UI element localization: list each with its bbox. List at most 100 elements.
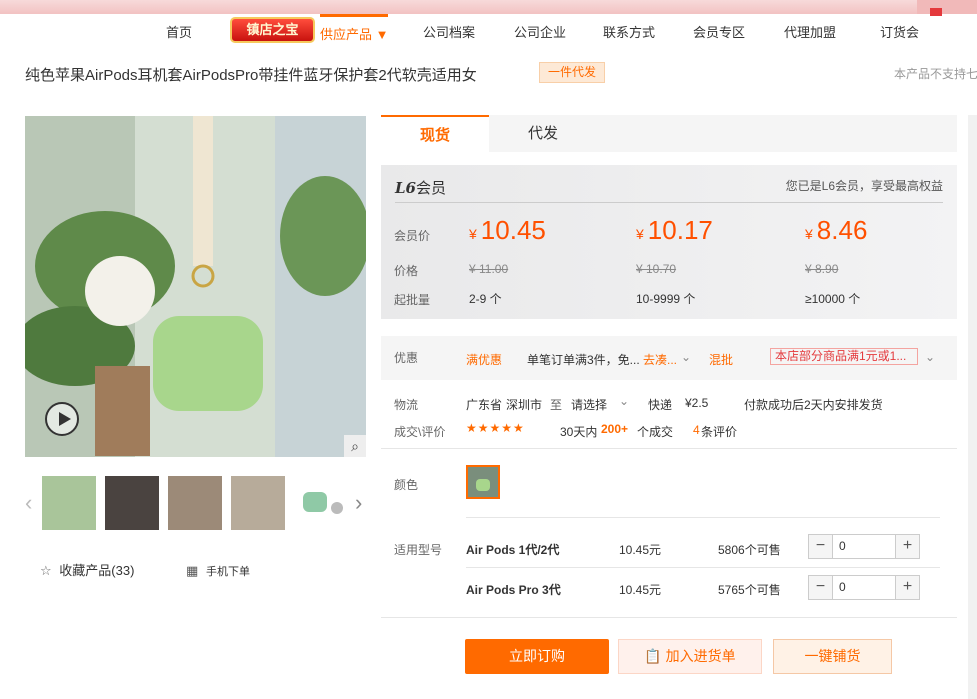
nav-company-profile[interactable]: 公司档案 — [423, 22, 475, 41]
tier-old-price: ¥ 10.70 — [636, 262, 677, 276]
chevron-down-icon[interactable]: ⌄ — [681, 350, 691, 364]
thumbnail[interactable] — [297, 476, 351, 530]
plus-icon[interactable]: + — [895, 535, 919, 558]
scrollbar[interactable] — [968, 115, 977, 699]
deals-count[interactable]: 200+ — [601, 422, 628, 436]
thumbnail[interactable] — [105, 476, 159, 530]
thumbnail[interactable] — [42, 476, 96, 530]
main-product-image[interactable]: ⌕ — [25, 116, 366, 457]
label-member-price: 会员价 — [394, 229, 431, 243]
plus-icon[interactable]: + — [895, 576, 919, 599]
nav-products[interactable]: 供应产品 ▼ — [320, 14, 389, 43]
model-price: 10.45元 — [619, 583, 662, 597]
minus-icon[interactable]: − — [809, 535, 833, 558]
tier-old-price: ¥ 11.00 — [469, 262, 509, 276]
model-price: 10.45元 — [619, 543, 662, 557]
nav-order-fair[interactable]: 订货会 — [880, 22, 919, 41]
deals-count-suffix: 个成交 — [637, 425, 674, 439]
treasure-badge[interactable]: 镇店之宝 — [230, 17, 315, 43]
member-note: 您已是L6会员，享受最高权益 — [785, 179, 943, 193]
zoom-icon[interactable]: ⌕ — [344, 435, 366, 457]
quantity-input[interactable]: 0 — [839, 576, 846, 599]
quantity-input[interactable]: 0 — [839, 535, 846, 558]
thumbnail-strip: ‹ › — [25, 472, 370, 532]
divider — [381, 448, 957, 449]
promo-tag-mixed: 混批 — [709, 353, 734, 367]
shop-nav: 首页 镇店之宝 供应产品 ▼ 公司档案 公司企业 联系方式 会员专区 代理加盟 … — [0, 14, 977, 48]
nav-agent[interactable]: 代理加盟 — [784, 22, 836, 41]
quantity-stepper: − 0 + — [808, 575, 920, 600]
play-video-icon[interactable] — [45, 402, 79, 436]
color-label: 颜色 — [394, 478, 419, 492]
tier-price: ¥10.45 — [469, 215, 546, 245]
divider — [466, 517, 940, 518]
origin-province: 广东省 — [466, 398, 503, 412]
model-stock: 5765个可售 — [718, 583, 781, 597]
thumbnail[interactable] — [168, 476, 222, 530]
return-notice: 本产品不支持七 — [894, 67, 977, 81]
promo-tag-full-discount: 满优惠 — [466, 353, 503, 367]
promo-text: 单笔订单满3件，免... — [527, 353, 640, 367]
deals-days: 30天内 — [560, 425, 598, 439]
gallery-actions: ☆ 收藏产品(33) ▦ 手机下单 — [40, 560, 250, 579]
tier-price: ¥8.46 — [805, 215, 868, 245]
shipping-fee: ¥2.5 — [685, 396, 709, 410]
tier-qty: ≥10000 个 — [805, 292, 861, 306]
shipping-method: 快递 — [648, 398, 673, 412]
top-strip-bar — [917, 0, 977, 14]
quantity-stepper: − 0 + — [808, 534, 920, 559]
tier-qty: 10-9999 个 — [636, 292, 696, 306]
destination-select[interactable]: 请选择 — [571, 396, 607, 413]
member-price-panel: L6会员 您已是L6会员，享受最高权益 会员价 价格 起批量 ¥10.45 ¥1… — [381, 165, 957, 319]
logistics-label: 物流 — [394, 398, 419, 412]
origin-city: 深圳市 — [506, 398, 543, 412]
shipping-note: 付款成功后2天内安排发货 — [744, 398, 883, 412]
nav-company[interactable]: 公司企业 — [514, 22, 566, 41]
add-to-cart-button[interactable]: 📋 加入进货单 — [618, 639, 762, 674]
collect-button[interactable]: 收藏产品(33) — [59, 563, 134, 578]
thumbnail[interactable] — [231, 476, 285, 530]
star-icon[interactable]: ☆ — [40, 563, 52, 578]
buy-now-button[interactable]: 立即订购 — [465, 639, 609, 674]
nav-member[interactable]: 会员专区 — [693, 22, 745, 41]
divider — [466, 567, 940, 568]
divider — [381, 617, 957, 618]
one-click-ship-button[interactable]: 一键铺货 — [773, 639, 892, 674]
thumb-next-icon[interactable]: › — [355, 490, 362, 516]
promo-gather-link[interactable]: 去凑... — [643, 351, 677, 368]
mobile-order-link[interactable]: 手机下单 — [206, 566, 250, 578]
top-strip — [0, 0, 977, 14]
minus-icon[interactable]: − — [809, 576, 833, 599]
shop-promo-box[interactable]: 本店部分商品满1元或1... — [770, 348, 918, 365]
model-stock: 5806个可售 — [718, 543, 781, 557]
tier-qty: 2-9 个 — [469, 292, 502, 306]
chevron-down-icon[interactable]: ⌄ — [925, 350, 935, 364]
dropship-tag: 一件代发 — [539, 62, 606, 83]
product-photo — [25, 116, 366, 457]
divider — [395, 202, 943, 203]
to-label: 至 — [550, 398, 563, 412]
tier-price: ¥10.17 — [636, 215, 713, 245]
nav-contact[interactable]: 联系方式 — [603, 22, 655, 41]
model-name: Air Pods 1代/2代 — [466, 543, 560, 557]
review-suffix: 条评价 — [701, 425, 738, 439]
thumb-product-icon — [303, 492, 343, 514]
member-level: L6会员 — [395, 179, 446, 197]
promo-label: 优惠 — [394, 351, 419, 365]
label-min-qty: 起批量 — [394, 293, 431, 307]
tier-old-price: ¥ 8.90 — [805, 262, 839, 276]
qr-icon[interactable]: ▦ — [186, 563, 198, 578]
chevron-down-icon[interactable]: ⌄ — [619, 394, 629, 408]
add-to-cart-label: 加入进货单 — [665, 648, 736, 664]
color-swatch[interactable] — [466, 465, 500, 499]
tab-dropship[interactable]: 代发 — [489, 115, 597, 152]
tab-in-stock[interactable]: 现货 — [381, 115, 489, 152]
model-name: Air Pods Pro 3代 — [466, 583, 561, 597]
review-count[interactable]: 4 — [693, 423, 700, 437]
nav-home[interactable]: 首页 — [166, 22, 192, 41]
thumb-prev-icon[interactable]: ‹ — [25, 490, 32, 516]
label-price: 价格 — [394, 264, 419, 278]
product-title: 纯色苹果AirPods耳机套AirPodsPro带挂件蓝牙保护套2代软壳适用女 — [25, 67, 477, 84]
mode-tabs: 现货 代发 — [381, 115, 957, 152]
deals-label: 成交\评价 — [394, 425, 446, 439]
